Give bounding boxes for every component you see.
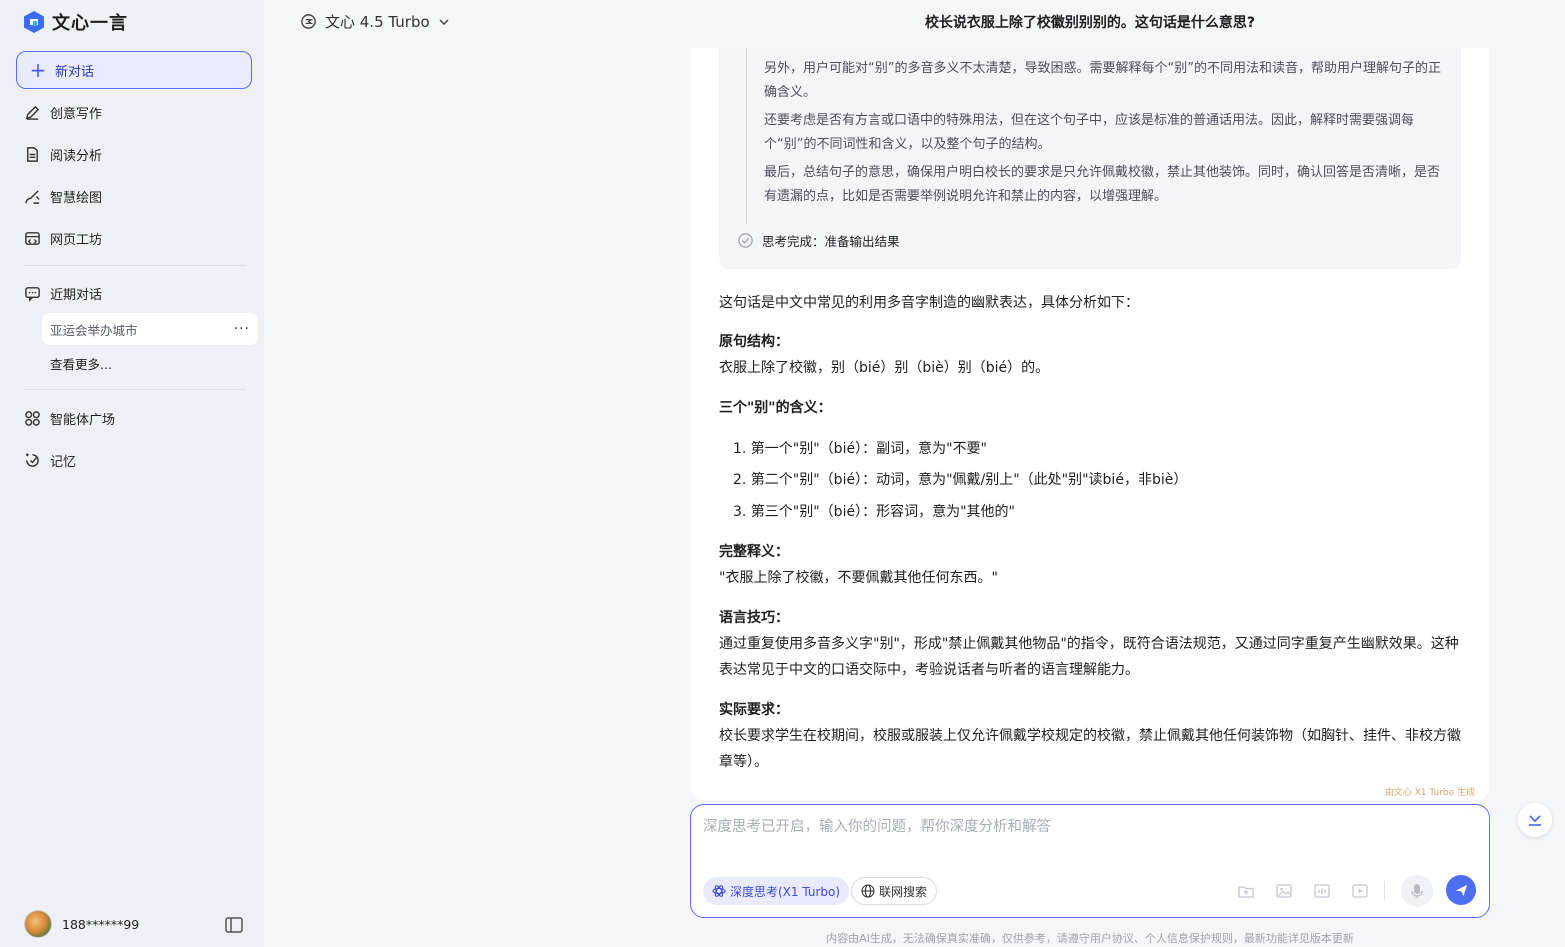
- app-logo[interactable]: 文心一言: [22, 9, 128, 35]
- chat-input[interactable]: [703, 815, 1473, 855]
- thinking-paragraph: 还要考虑是否有方言或口语中的特殊用法，但在这个句子中，应该是标准的普通话用法。因…: [764, 113, 1415, 152]
- generated-by-watermark: 由文心 X1 Turbo 生成: [1384, 788, 1475, 798]
- list-item: 1. 第一个"别"（bié）：副词，意为"不要": [733, 441, 987, 457]
- answer-intro: 这句话是中文中常见的利用多音字制造的幽默表达，具体分析如下：: [719, 295, 1139, 311]
- recent-chat-item[interactable]: 亚运会举办城市 ···: [42, 313, 258, 345]
- sidebar: 文心一言 + 新对话 创意写作 阅读分析 智慧绘图 网页工坊 近期对话 亚运会举…: [0, 0, 264, 947]
- globe-icon: [861, 884, 875, 898]
- sidebar-divider: [24, 389, 246, 390]
- answer-section-body: 通过重复使用多音多义字"别"，形成"禁止佩戴其他物品"的指令，既符合语法规范，又…: [719, 636, 1459, 678]
- recent-chats-header[interactable]: 近期对话: [16, 275, 252, 311]
- atom-icon: [712, 885, 726, 897]
- sidebar-item-memory[interactable]: 记忆: [16, 442, 252, 478]
- sidebar-item-label: 创意写作: [50, 106, 103, 122]
- thinking-paragraph: 最后，总结句子的意思，确保用户明白校长的要求是只允许佩戴校徽，禁止其他装饰。同时…: [764, 165, 1441, 204]
- answer-section-body: 校长要求学生在校期间，校服或服装上仅允许佩戴学校规定的校徽，禁止佩戴其他任何装饰…: [719, 728, 1461, 770]
- view-more-link[interactable]: 查看更多...: [50, 354, 112, 373]
- pen-icon: [25, 105, 40, 120]
- chat-title: 校长说衣服上除了校徽别别别的。这句话是什么意思?: [924, 15, 1256, 31]
- answer-section-title: 语言技巧：: [719, 610, 789, 626]
- thinking-status: 思考完成：准备输出结果: [737, 231, 900, 250]
- deep-think-label: 深度思考(X1 Turbo): [730, 884, 841, 899]
- web-search-label: 联网搜索: [879, 884, 928, 899]
- collapse-sidebar-icon[interactable]: [224, 915, 244, 935]
- image-upload-icon[interactable]: [1275, 882, 1293, 900]
- folder-upload-icon[interactable]: [1237, 882, 1255, 900]
- microphone-icon: [1411, 884, 1423, 898]
- sidebar-item-label: 阅读分析: [50, 148, 103, 164]
- sidebar-item-smart-drawing[interactable]: 智慧绘图: [16, 178, 252, 214]
- model-name: 文心 4.5 Turbo: [325, 13, 430, 31]
- voice-input-button[interactable]: [1401, 875, 1433, 907]
- thinking-panel: 另外，用户可能对“别”的多音多义不太清楚，导致困惑。需要解释每个“别”的不同用法…: [719, 48, 1461, 269]
- new-chat-button[interactable]: + 新对话: [16, 51, 252, 89]
- toolbar-divider: [1384, 881, 1385, 901]
- answer-section-title: 原句结构：: [719, 334, 789, 350]
- scroll-to-bottom-button[interactable]: [1518, 803, 1552, 837]
- answer-section-title: 完整释义：: [719, 544, 789, 560]
- recent-chat-label: 亚运会举办城市: [50, 322, 138, 338]
- web-icon: [25, 231, 40, 245]
- sidebar-item-label: 智能体广场: [50, 412, 116, 428]
- audio-upload-icon[interactable]: [1313, 882, 1331, 900]
- list-item: 3. 第三个"别"（bié）：形容词，意为"其他的": [733, 504, 1015, 520]
- brush-icon: [25, 189, 40, 204]
- model-icon: [301, 14, 316, 29]
- avatar[interactable]: [24, 910, 52, 938]
- send-button[interactable]: [1446, 875, 1476, 905]
- sidebar-item-reading-analysis[interactable]: 阅读分析: [16, 136, 252, 172]
- check-circle-icon: [738, 233, 753, 248]
- thinking-done-label: 思考完成：准备输出结果: [762, 234, 900, 249]
- app-name: 文心一言: [52, 13, 128, 34]
- thinking-divider: [746, 48, 747, 224]
- chevron-down-double-icon: [1529, 815, 1541, 826]
- plus-icon: +: [29, 58, 47, 82]
- recent-chats-title: 近期对话: [50, 287, 103, 303]
- answer-section-body: 衣服上除了校徽，别（bié）别（biè）别（bié）的。: [719, 360, 1050, 376]
- sidebar-item-web-workshop[interactable]: 网页工坊: [16, 220, 252, 256]
- thinking-paragraph: 另外，用户可能对“别”的多音多义不太清楚，导致困惑。需要解释每个“别”的不同用法…: [764, 61, 1441, 100]
- user-profile[interactable]: 188******99: [24, 910, 139, 938]
- answer-section-title: 实际要求：: [719, 702, 789, 718]
- chat-bubble-icon: [25, 286, 40, 302]
- user-name: 188******99: [62, 916, 140, 932]
- sidebar-item-label: 记忆: [50, 454, 77, 470]
- answer-card: 另外，用户可能对“别”的多音多义不太清楚，导致困惑。需要解释每个“别”的不同用法…: [691, 48, 1489, 800]
- memory-icon: [25, 452, 39, 467]
- video-upload-icon[interactable]: [1351, 882, 1369, 900]
- sidebar-item-creative-writing[interactable]: 创意写作: [16, 94, 252, 130]
- sidebar-item-label: 智慧绘图: [50, 190, 103, 206]
- agents-icon: [25, 410, 40, 426]
- sidebar-item-label: 网页工坊: [50, 232, 103, 248]
- document-icon: [27, 146, 38, 162]
- answer-section-title: 三个"别"的含义：: [719, 400, 832, 416]
- wenxin-logo-icon: [24, 11, 44, 33]
- send-icon: [1455, 884, 1467, 896]
- new-chat-label: 新对话: [55, 64, 95, 80]
- model-selector[interactable]: 文心 4.5 Turbo: [300, 11, 450, 32]
- disclaimer-footer: 内容由AI生成，无法确保真实准确，仅供参考，请遵守用户协议、个人信息保护规则，最…: [826, 932, 1354, 945]
- sidebar-divider: [24, 265, 246, 266]
- list-item: 2. 第二个"别"（bié）：动词，意为"佩戴/别上"（此处"别"读bié，非b…: [733, 472, 1188, 488]
- more-options-icon[interactable]: ···: [234, 321, 250, 337]
- deep-think-toggle[interactable]: 深度思考(X1 Turbo): [703, 877, 850, 905]
- chevron-down-icon: [439, 18, 449, 25]
- sidebar-item-agent-plaza[interactable]: 智能体广场: [16, 400, 252, 436]
- web-search-toggle[interactable]: 联网搜索: [851, 877, 938, 905]
- answer-section-body: "衣服上除了校徽，不要佩戴其他任何东西。": [719, 570, 998, 586]
- chat-input-box: 深度思考(X1 Turbo) 联网搜索: [690, 804, 1490, 918]
